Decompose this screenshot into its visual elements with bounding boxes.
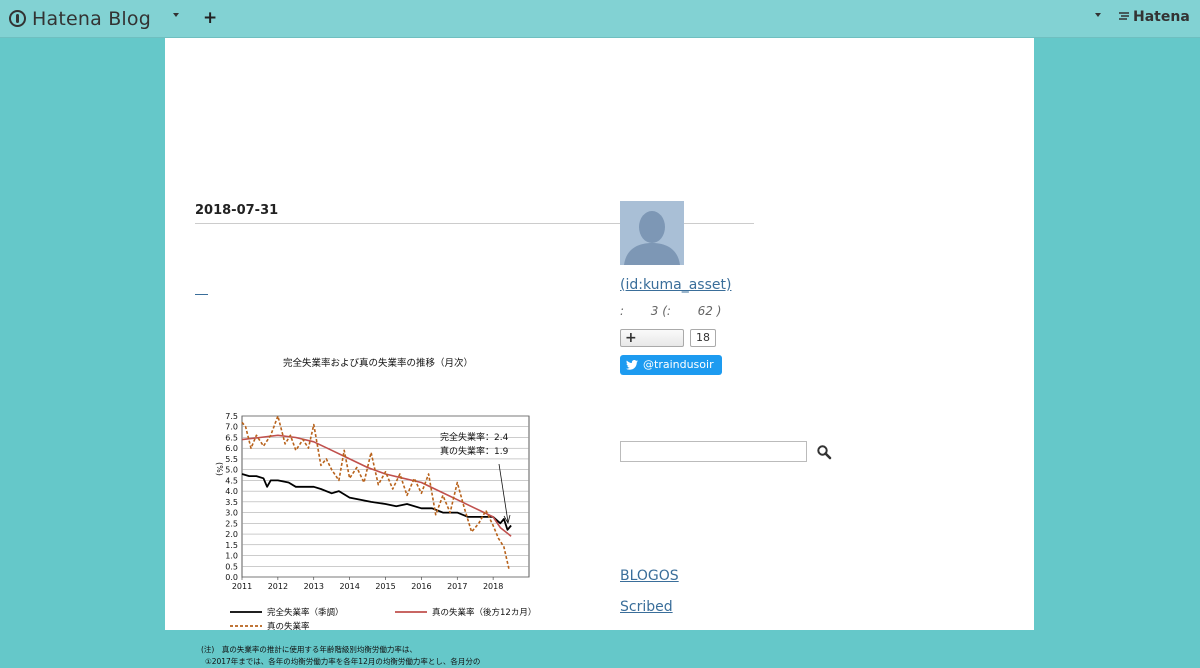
chart-note-1: (注) 真の失業率の推計に使用する年齢階級別均衡労働力率は、 bbox=[201, 644, 417, 654]
sidebar-link-blogos[interactable]: BLOGOS bbox=[620, 568, 679, 584]
search-icon bbox=[817, 445, 832, 460]
chart-y-tick-label: 3.5 bbox=[225, 498, 238, 507]
chart-x-tick-label: 2017 bbox=[447, 582, 467, 591]
follower-count: 18 bbox=[690, 329, 716, 347]
chart-y-tick-label: 4.0 bbox=[225, 487, 238, 496]
chart-y-tick-label: 7.0 bbox=[225, 423, 238, 432]
chart-x-tick-label: 2014 bbox=[339, 582, 359, 591]
twitter-handle: @traindusoir bbox=[643, 358, 714, 371]
chart-ylabel: (%) bbox=[215, 462, 224, 476]
hatena-text: Hatena bbox=[1133, 9, 1190, 25]
follow-button[interactable]: + bbox=[620, 329, 684, 347]
chart-y-ticks: 0.0 0.51.0 1.5 2.0 2.53.0 3.5 4.0 4.55.0 5.5 6.0 6… bbox=[225, 412, 238, 582]
twitter-bird-icon bbox=[626, 360, 638, 370]
hatena-logo[interactable]: Hatena bbox=[1118, 9, 1190, 25]
entry-title-link[interactable] bbox=[195, 282, 208, 295]
avatar[interactable] bbox=[620, 201, 684, 265]
chart-x-tick-label: 2012 bbox=[268, 582, 288, 591]
chart-y-tick-label: 2.5 bbox=[225, 519, 238, 528]
sidebar-link-scribed[interactable]: Scribed bbox=[620, 599, 673, 615]
brand-text: Hatena Blog bbox=[32, 7, 151, 30]
chart-y-tick-label: 1.0 bbox=[225, 552, 238, 561]
chart-x-tick-label: 2015 bbox=[375, 582, 395, 591]
chart-y-tick-label: 6.5 bbox=[225, 433, 238, 442]
blog-content-panel: 2018-07-31 完全失業率および真の失業率の推移（月次） (%) 0.0 0… bbox=[165, 38, 1034, 666]
profile-meta: : 3 (: 62 ) bbox=[620, 304, 722, 318]
chart-y-tick-label: 6.0 bbox=[225, 444, 238, 453]
chart-x-tick-label: 2011 bbox=[232, 582, 252, 591]
chart-legend-label: 完全失業率（季調） bbox=[267, 607, 344, 618]
profile-name-link[interactable]: (id:kuma_asset) bbox=[620, 277, 731, 293]
add-entry-button[interactable]: + bbox=[203, 8, 217, 28]
chart-y-tick-label: 0.0 bbox=[225, 573, 238, 582]
chart-y-tick-label: 4.5 bbox=[225, 476, 238, 485]
chart-y-tick-label: 3.0 bbox=[225, 509, 238, 518]
three-lines-icon bbox=[1118, 11, 1130, 24]
unemployment-chart: 完全失業率および真の失業率の推移（月次） (%) 0.0 0.51.0 1.5 2.0… bbox=[201, 357, 536, 666]
hatena-blog-logo-icon bbox=[9, 10, 26, 27]
chart-note-2: ①2017年までは、各年の均衡労働力率を各年12月の均衡労働力率とし、各月分の bbox=[205, 656, 480, 666]
chart-legend-label: 真の失業率（後方12カ月） bbox=[432, 607, 536, 618]
chart-y-tick-label: 1.5 bbox=[225, 541, 238, 550]
chart-y-tick-label: 2.0 bbox=[225, 530, 238, 539]
hatena-blog-logo[interactable]: Hatena Blog bbox=[9, 6, 151, 31]
user-menu-chevron-down-icon[interactable] bbox=[1095, 13, 1101, 17]
global-header: Hatena Blog + Hatena bbox=[0, 0, 1200, 38]
search-input[interactable] bbox=[620, 441, 807, 462]
chart-y-tick-label: 5.5 bbox=[225, 455, 238, 464]
chart-title: 完全失業率および真の失業率の推移（月次） bbox=[283, 357, 473, 369]
chart-x-ticks: 2011 2012 2013 2014 2015 2016 2017 2018 bbox=[232, 577, 503, 591]
chart-legend-label: 真の失業率 bbox=[267, 621, 310, 632]
chart-x-tick-label: 2018 bbox=[483, 582, 503, 591]
twitter-follow-button[interactable]: @traindusoir bbox=[620, 355, 722, 375]
chart-y-tick-label: 5.0 bbox=[225, 466, 238, 475]
blog-menu-chevron-down-icon[interactable] bbox=[173, 13, 179, 17]
chart-x-tick-label: 2013 bbox=[304, 582, 324, 591]
chart-annotation-line1: 完全失業率：2.4 bbox=[440, 431, 509, 443]
chart-annotation-line2: 真の失業率：1.9 bbox=[440, 445, 509, 457]
chart-x-tick-label: 2016 bbox=[411, 582, 431, 591]
chart-y-tick-label: 0.5 bbox=[225, 562, 238, 571]
search-button[interactable] bbox=[816, 444, 832, 460]
chart-legend: 完全失業率（季調） 真の失業率（後方12カ月） 真の失業率 bbox=[230, 607, 536, 632]
chart-y-tick-label: 7.5 bbox=[225, 412, 238, 421]
